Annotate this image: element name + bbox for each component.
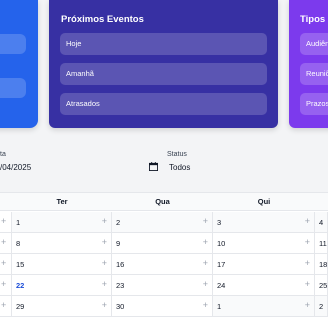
calendar-day-cell[interactable]: 3 +: [213, 212, 315, 233]
day-number: 2: [319, 302, 324, 311]
calendar-day-cell[interactable]: 10 +: [213, 233, 315, 254]
day-number: 25: [319, 281, 328, 290]
add-event-icon[interactable]: +: [203, 216, 208, 226]
weekday-header: Ter: [12, 193, 112, 211]
weekday-header: [0, 193, 12, 211]
month-calendar: Ter Qua Qui +1 +2 +3 +4 +8 +9 +10 +11 +15 +16 +17 +…: [0, 192, 328, 320]
calendar-day-cell[interactable]: 25: [315, 275, 328, 296]
summary-pill[interactable]: [0, 34, 26, 54]
day-number: 23: [116, 281, 125, 290]
add-event-icon[interactable]: +: [305, 258, 310, 268]
day-number: 2: [116, 218, 121, 227]
add-event-icon[interactable]: +: [102, 216, 107, 226]
add-event-icon[interactable]: +: [203, 237, 208, 247]
date-filter-input[interactable]: /04/2025: [0, 163, 31, 172]
calendar-day-cell[interactable]: 9 +: [112, 233, 213, 254]
type-hearing[interactable]: Audiên: [300, 33, 328, 55]
upcoming-events-title: Próximos Eventos: [61, 14, 144, 25]
status-filter-label: Status: [167, 151, 187, 158]
calendar-day-cell[interactable]: 30 +: [112, 296, 213, 317]
calendar-day-cell[interactable]: 2: [315, 296, 328, 317]
day-number: 1: [16, 218, 21, 227]
calendar-day-cell[interactable]: 8 +: [12, 233, 112, 254]
calendar-day-cell[interactable]: 2 +: [112, 212, 213, 233]
calendar-day-cell[interactable]: 22 +: [12, 275, 112, 296]
add-event-icon[interactable]: +: [305, 237, 310, 247]
type-deadline[interactable]: Prazos: [300, 93, 328, 115]
add-event-icon[interactable]: +: [1, 279, 6, 289]
calendar-icon[interactable]: [149, 162, 158, 171]
add-event-icon[interactable]: +: [305, 300, 310, 310]
day-number: 3: [217, 218, 222, 227]
summary-card-left: [0, 0, 38, 128]
calendar-day-cell[interactable]: 24 +: [213, 275, 315, 296]
weekday-header: Qua: [112, 193, 213, 211]
calendar-day-cell[interactable]: +: [0, 254, 12, 275]
add-event-icon[interactable]: +: [102, 300, 107, 310]
calendar-day-cell[interactable]: 15 +: [12, 254, 112, 275]
day-number: 29: [16, 302, 25, 311]
day-number: 10: [217, 239, 226, 248]
add-event-icon[interactable]: +: [1, 258, 6, 268]
calendar-day-cell[interactable]: 29 +: [12, 296, 112, 317]
upcoming-events-card: Próximos Eventos Hoje Amanhã Atrasados: [49, 0, 278, 128]
calendar-day-cell[interactable]: +: [0, 296, 12, 317]
status-filter-select[interactable]: Todos: [169, 163, 190, 172]
add-event-icon[interactable]: +: [305, 279, 310, 289]
summary-pill[interactable]: [0, 78, 26, 98]
add-event-icon[interactable]: +: [203, 279, 208, 289]
calendar-day-cell[interactable]: 17 +: [213, 254, 315, 275]
day-number: 11: [319, 239, 327, 248]
day-number: 30: [116, 302, 125, 311]
agenda-page: Próximos Eventos Hoje Amanhã Atrasados T…: [0, 0, 328, 320]
day-number: 1: [217, 302, 222, 311]
add-event-icon[interactable]: +: [1, 237, 6, 247]
add-event-icon[interactable]: +: [102, 237, 107, 247]
calendar-day-cell[interactable]: 1 +: [12, 212, 112, 233]
calendar-day-cell[interactable]: +: [0, 212, 12, 233]
add-event-icon[interactable]: +: [102, 279, 107, 289]
calendar-day-cell[interactable]: +: [0, 275, 12, 296]
day-number: 16: [116, 260, 125, 269]
day-number: 22: [16, 281, 25, 290]
calendar-day-cell[interactable]: +: [0, 233, 12, 254]
calendar-day-cell[interactable]: 16 +: [112, 254, 213, 275]
calendar-day-cell[interactable]: 4: [315, 212, 328, 233]
add-event-icon[interactable]: +: [102, 258, 107, 268]
day-number: 17: [217, 260, 226, 269]
events-filter-today[interactable]: Hoje: [60, 33, 267, 55]
weekday-header: [315, 193, 328, 211]
add-event-icon[interactable]: +: [203, 258, 208, 268]
day-number: 15: [16, 260, 25, 269]
add-event-icon[interactable]: +: [203, 300, 208, 310]
type-meeting[interactable]: Reuniõ: [300, 63, 328, 85]
event-types-card: Tipos d Audiên Reuniõ Prazos: [289, 0, 328, 128]
add-event-icon[interactable]: +: [1, 216, 6, 226]
calendar-day-cell[interactable]: 18: [315, 254, 328, 275]
day-number: 9: [116, 239, 121, 248]
add-event-icon[interactable]: +: [1, 300, 6, 310]
day-number: 24: [217, 281, 226, 290]
calendar-day-cell[interactable]: 1 +: [213, 296, 315, 317]
events-filter-tomorrow[interactable]: Amanhã: [60, 63, 267, 85]
calendar-day-cell[interactable]: 11: [315, 233, 328, 254]
add-event-icon[interactable]: +: [305, 216, 310, 226]
events-filter-overdue[interactable]: Atrasados: [60, 93, 267, 115]
weekday-header: Qui: [213, 193, 315, 211]
day-number: 18: [319, 260, 328, 269]
day-number: 8: [16, 239, 21, 248]
date-filter-label: ta: [0, 151, 6, 158]
event-types-title: Tipos d: [300, 14, 328, 25]
calendar-day-cell[interactable]: 23 +: [112, 275, 213, 296]
day-number: 4: [319, 218, 324, 227]
